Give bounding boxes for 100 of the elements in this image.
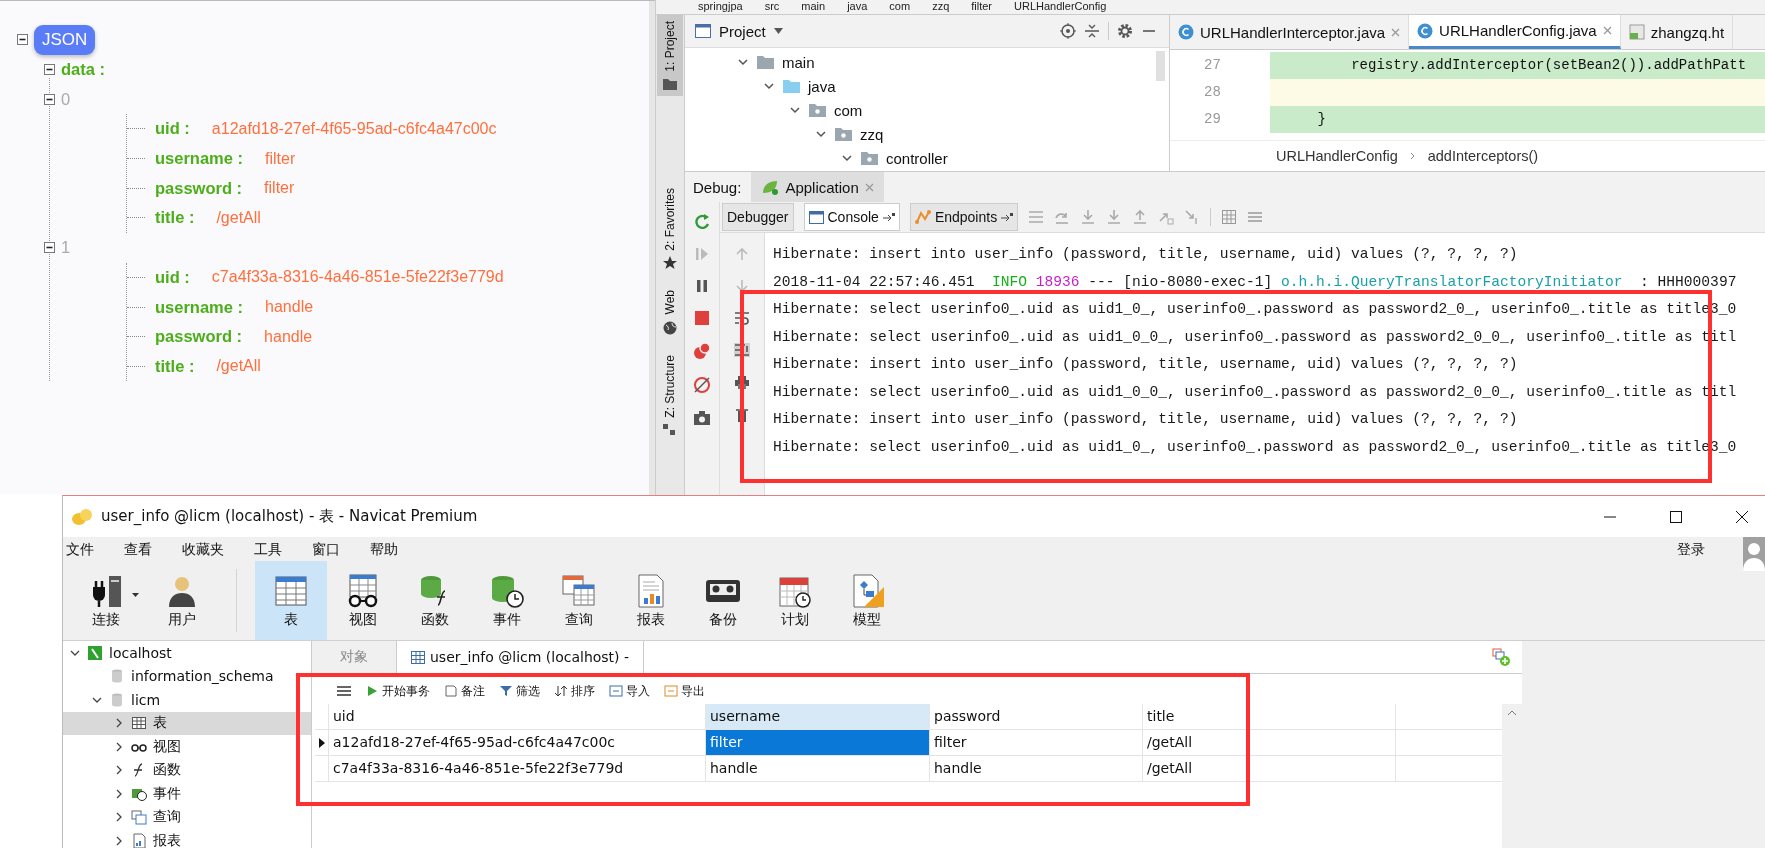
- tool-window-tab[interactable]: Web: [657, 284, 683, 341]
- table-cell[interactable]: filter: [706, 730, 930, 755]
- grid-tool-button[interactable]: 导出: [664, 682, 705, 700]
- menu-icon[interactable]: [337, 686, 351, 696]
- scrollbar[interactable]: [1156, 51, 1165, 81]
- grid-tool-button[interactable]: 备注: [444, 682, 485, 700]
- tree-item[interactable]: zzq: [685, 122, 1169, 146]
- table-cell[interactable]: /getAll: [1143, 756, 1396, 781]
- toolbar-button[interactable]: 视图: [327, 561, 399, 640]
- grid-tool-button[interactable]: 排序: [554, 682, 595, 700]
- toolbar-button[interactable]: 报表: [615, 561, 687, 640]
- breadcrumb-link[interactable]: URLHandlerConfig: [1276, 148, 1398, 164]
- tree-item[interactable]: 视图: [63, 735, 311, 759]
- breadcrumb-link[interactable]: filter: [971, 0, 993, 14]
- crosshair-icon[interactable]: [1060, 23, 1076, 39]
- scrollbar[interactable]: [1502, 704, 1522, 848]
- breadcrumb-link[interactable]: URLHandlerConfig: [1014, 0, 1107, 14]
- table-cell[interactable]: filter: [930, 730, 1143, 755]
- breadcrumb-link[interactable]: src: [764, 0, 780, 14]
- column-header[interactable]: password: [930, 704, 1143, 729]
- collapse-toggle[interactable]: [44, 93, 55, 105]
- down-arrow-icon[interactable]: [735, 279, 749, 293]
- column-header[interactable]: username: [706, 704, 930, 729]
- menu-item[interactable]: 查看: [124, 537, 152, 561]
- tree-item[interactable]: java: [685, 74, 1169, 98]
- chevron-icon[interactable]: [789, 104, 801, 116]
- panel-title[interactable]: Project: [719, 22, 766, 40]
- caret-icon[interactable]: [773, 28, 783, 34]
- toolbar-button[interactable]: 事件: [471, 561, 543, 640]
- tree-item[interactable]: 查询: [63, 805, 311, 829]
- table-cell[interactable]: c7a4f33a-8316-4a46-851e-5fe22f3e779d: [329, 756, 706, 781]
- mute-breakpoints-icon[interactable]: [693, 376, 711, 394]
- menu-item[interactable]: 收藏夹: [182, 537, 224, 561]
- rerun-icon[interactable]: [693, 212, 711, 230]
- tool-window-tab[interactable]: 1: Project: [657, 15, 683, 96]
- table-cell[interactable]: handle: [706, 756, 930, 781]
- chevron-icon[interactable]: [737, 56, 749, 68]
- chevron-icon[interactable]: [815, 128, 827, 140]
- breadcrumb-link[interactable]: java: [847, 0, 868, 14]
- pin-icon[interactable]: [882, 213, 895, 221]
- stop-icon[interactable]: [694, 310, 710, 326]
- menu-item[interactable]: 文件: [66, 537, 94, 561]
- debug-tab[interactable]: Endpoints: [909, 203, 1019, 231]
- tree-item[interactable]: main: [685, 50, 1169, 74]
- tool-window-tab[interactable]: Z: Structure: [657, 348, 683, 442]
- menu-item[interactable]: 帮助: [370, 537, 398, 561]
- tool-window-tab[interactable]: 2: Favorites: [657, 181, 683, 277]
- print-icon[interactable]: [734, 375, 750, 389]
- login-link[interactable]: 登录: [1677, 537, 1705, 561]
- table-icon[interactable]: [1221, 209, 1238, 225]
- tree-item[interactable]: 事件: [63, 782, 311, 806]
- breadcrumb-link[interactable]: zzq: [932, 0, 950, 14]
- editor-tab[interactable]: URLHandlerConfig.java: [1409, 15, 1621, 49]
- avatar-icon[interactable]: [1743, 537, 1765, 571]
- menu-item[interactable]: 窗口: [312, 537, 340, 561]
- toolbar-button[interactable]: 用户: [146, 561, 218, 640]
- soft-wrap-icon[interactable]: [734, 311, 750, 325]
- grid-tool-button[interactable]: 开始事务: [365, 682, 430, 700]
- collapse-toggle[interactable]: [17, 34, 28, 46]
- editor-tab[interactable]: zhangzq.ht: [1620, 15, 1734, 49]
- tree-item[interactable]: 表: [63, 711, 311, 735]
- menu-item[interactable]: 工具: [254, 537, 282, 561]
- breakpoints-icon[interactable]: [693, 342, 711, 360]
- collapse-all-icon[interactable]: [1084, 23, 1100, 39]
- debug-tab[interactable]: Debugger: [722, 203, 794, 231]
- breadcrumb-link[interactable]: springjpa: [698, 0, 743, 14]
- column-header[interactable]: title: [1143, 704, 1396, 729]
- tree-item[interactable]: 函数: [63, 758, 311, 782]
- chevron-icon[interactable]: [841, 152, 853, 164]
- close-icon[interactable]: [1602, 26, 1612, 35]
- toolbar-button[interactable]: 函数: [399, 561, 471, 640]
- grid-tool-button[interactable]: 导入: [609, 682, 650, 700]
- collapse-toggle[interactable]: [44, 242, 55, 254]
- toolbar-button[interactable]: 备份: [687, 561, 759, 640]
- collapse-toggle[interactable]: [44, 64, 55, 76]
- session-tab[interactable]: Application: [751, 172, 884, 202]
- pin-icon[interactable]: [1001, 213, 1014, 221]
- grid-tool-button[interactable]: 筛选: [499, 682, 540, 700]
- breadcrumb-link[interactable]: main: [801, 0, 826, 14]
- toolbar-button[interactable]: 连接: [66, 561, 146, 640]
- breadcrumb-link[interactable]: com: [889, 0, 911, 14]
- tree-item[interactable]: information_schema: [63, 664, 311, 688]
- table-cell[interactable]: /getAll: [1143, 730, 1396, 755]
- table-cell[interactable]: handle: [930, 756, 1143, 781]
- caret-icon[interactable]: [132, 592, 139, 597]
- close-icon[interactable]: [1391, 27, 1401, 37]
- tree-item[interactable]: com: [685, 98, 1169, 122]
- scrollbar[interactable]: [649, 1, 655, 495]
- debug-tab[interactable]: Console: [803, 203, 900, 231]
- breadcrumb-link[interactable]: addInterceptors(): [1427, 148, 1539, 164]
- toolbar-button[interactable]: 模型: [831, 561, 903, 640]
- camera-icon[interactable]: [693, 410, 711, 426]
- toolbar-button[interactable]: 查询: [543, 561, 615, 640]
- toolbar-button[interactable]: 表: [255, 561, 327, 640]
- tree-item[interactable]: localhost: [63, 641, 311, 665]
- pause-icon[interactable]: [694, 278, 710, 294]
- tree-item[interactable]: licm: [63, 688, 311, 712]
- tree-item[interactable]: controller: [685, 146, 1169, 170]
- tree-item[interactable]: 报表: [63, 829, 311, 848]
- chevron-icon[interactable]: [763, 80, 775, 92]
